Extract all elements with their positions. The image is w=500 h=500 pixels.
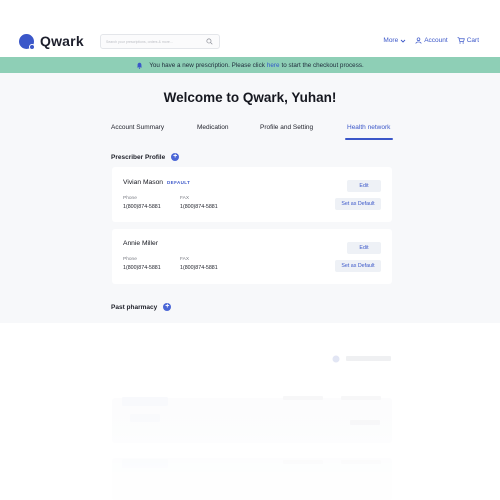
tab-health-network[interactable]: Health network — [347, 124, 390, 131]
prescriber-profile-title: Prescriber Profile — [111, 153, 166, 161]
banner-text-suffix: to start the checkout process. — [281, 61, 364, 69]
past-pharmacy-title: Past pharmacy — [111, 303, 158, 311]
logo[interactable]: Qwark — [19, 33, 84, 50]
logo-text: Qwark — [40, 33, 84, 49]
prescriber-card: Vivian Mason DEFAULT Phone 1(800)874-588… — [112, 167, 392, 222]
set-as-default-button[interactable]: Set as Default — [335, 198, 381, 210]
phone-value: 1(800)874-5881 — [123, 265, 161, 271]
fax-value: 1(800)874-5881 — [180, 265, 218, 271]
user-icon — [415, 37, 422, 44]
account-link[interactable]: Account — [415, 37, 448, 44]
prescriber-profile-heading: Prescriber Profile + — [111, 153, 180, 161]
prescriber-name-row: Annie Miller — [123, 240, 158, 247]
add-pharmacy-button[interactable]: + — [163, 303, 172, 311]
fax-value: 1(800)874-5881 — [180, 204, 218, 210]
phone-label: Phone — [123, 257, 137, 262]
edit-button[interactable]: Edit — [347, 180, 381, 192]
tab-profile-and-setting[interactable]: Profile and Setting — [260, 124, 313, 131]
tab-account-summary[interactable]: Account Summary — [111, 124, 164, 131]
prescriber-name: Vivian Mason — [123, 179, 164, 186]
prescription-banner: You have a new prescription. Please clic… — [0, 57, 500, 73]
fax-label: FAX — [180, 257, 190, 262]
banner-here-link[interactable]: here — [267, 62, 280, 69]
account-label: Account — [424, 37, 448, 44]
cart-link[interactable]: Cart — [457, 37, 479, 44]
cart-icon — [457, 37, 465, 44]
phone-label: Phone — [123, 196, 137, 201]
active-tab-indicator — [345, 138, 393, 140]
more-menu[interactable]: More — [383, 37, 406, 44]
page-title: Welcome to Qwark, Yuhan! — [163, 90, 337, 105]
more-label: More — [383, 37, 399, 44]
page-reflection — [0, 323, 500, 500]
phone-value: 1(800)874-5881 — [123, 204, 161, 210]
prescriber-name-row: Vivian Mason DEFAULT — [123, 179, 190, 186]
header-nav: More Account Cart — [374, 37, 479, 44]
set-as-default-button[interactable]: Set as Default — [335, 260, 381, 272]
tab-medication[interactable]: Medication — [197, 124, 228, 131]
edit-button[interactable]: Edit — [347, 242, 381, 254]
cart-label: Cart — [466, 37, 479, 44]
top-header: Qwark More Account — [0, 0, 500, 56]
search-bar — [100, 34, 220, 49]
search-icon[interactable] — [206, 38, 213, 45]
chevron-down-icon — [400, 39, 406, 43]
banner-text-prefix: You have a new prescription. Please clic… — [149, 61, 265, 69]
fax-label: FAX — [180, 196, 190, 201]
add-prescriber-button[interactable]: + — [171, 153, 180, 161]
page: Qwark More Account — [0, 0, 500, 500]
bell-icon — [137, 62, 143, 69]
past-pharmacy-heading: Past pharmacy + — [111, 303, 172, 311]
default-badge: DEFAULT — [167, 180, 191, 185]
prescriber-name: Annie Miller — [123, 240, 158, 247]
reflection-graphic — [0, 323, 500, 500]
prescriber-card: Annie Miller Phone 1(800)874-5881 FAX 1(… — [112, 229, 392, 284]
search-input[interactable] — [106, 38, 201, 46]
logo-mark-icon — [19, 33, 35, 50]
